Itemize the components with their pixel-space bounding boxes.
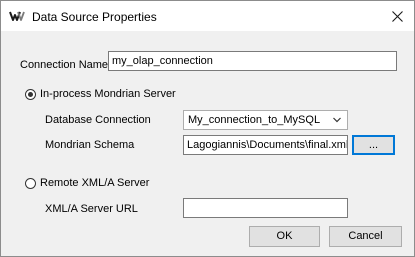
cancel-button[interactable]: Cancel bbox=[329, 226, 402, 247]
database-connection-dropdown[interactable]: My_connection_to_MySQL bbox=[183, 110, 348, 130]
close-button[interactable] bbox=[380, 1, 414, 31]
close-icon bbox=[391, 10, 403, 22]
mondrian-schema-input[interactable]: Lagogiannis\Documents\final.xml bbox=[183, 135, 348, 155]
in-process-radio[interactable] bbox=[25, 88, 36, 100]
in-process-option[interactable]: In-process Mondrian Server bbox=[25, 88, 176, 100]
connection-name-label: Connection Name bbox=[20, 59, 109, 71]
connection-name-input[interactable]: my_olap_connection bbox=[108, 51, 397, 71]
database-connection-value: My_connection_to_MySQL bbox=[188, 114, 321, 126]
mondrian-schema-label: Mondrian Schema bbox=[45, 139, 135, 151]
browse-schema-button[interactable]: ... bbox=[352, 135, 395, 155]
database-connection-label: Database Connection bbox=[45, 114, 151, 126]
ok-button[interactable]: OK bbox=[249, 226, 320, 247]
chevron-down-icon bbox=[333, 117, 341, 123]
remote-option[interactable]: Remote XML/A Server bbox=[25, 177, 149, 189]
title-bar: Data Source Properties bbox=[1, 1, 414, 31]
dialog-window: Data Source Properties Connection Name m… bbox=[0, 0, 415, 257]
in-process-label: In-process Mondrian Server bbox=[40, 88, 176, 100]
remote-radio[interactable] bbox=[25, 177, 36, 189]
xmla-url-label: XML/A Server URL bbox=[45, 203, 138, 215]
pentaho-icon bbox=[9, 11, 25, 21]
window-title: Data Source Properties bbox=[32, 10, 157, 24]
xmla-url-input[interactable] bbox=[183, 198, 348, 218]
remote-label: Remote XML/A Server bbox=[40, 177, 150, 189]
